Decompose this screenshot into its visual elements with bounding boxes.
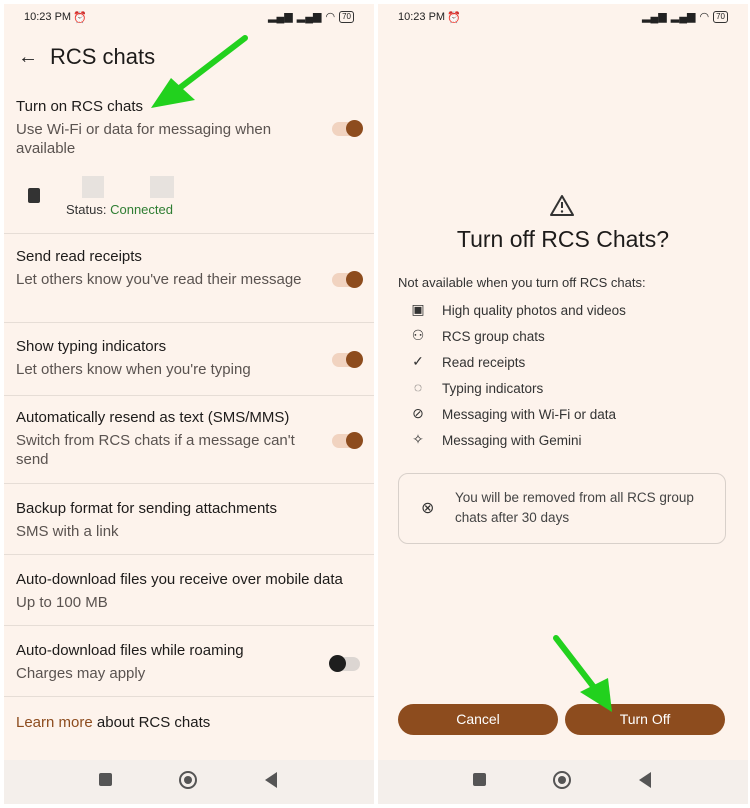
setting-title: Show typing indicators [16, 338, 167, 355]
back-arrow-icon[interactable]: ← [18, 46, 38, 69]
group-removal-notice: ⊗ You will be removed from all RCS group… [398, 473, 726, 544]
home-button[interactable] [179, 771, 197, 789]
green-arrow-annotation [553, 635, 612, 712]
redacted-block [150, 176, 174, 198]
setting-subtitle: SMS with a link [16, 523, 119, 540]
wifi-icon: ◠ [699, 11, 710, 23]
auto-resend-toggle[interactable] [332, 432, 363, 449]
person-off-icon: ⊗ [421, 500, 435, 517]
setting-subtitle: Up to 100 MB [16, 594, 108, 611]
feature-label: High quality photos and videos [442, 303, 626, 318]
learn-more-link[interactable]: Learn more [16, 714, 93, 731]
divider [4, 395, 374, 396]
alarm-icon: ⏰ [73, 12, 87, 24]
setting-title: Send read receipts [16, 248, 142, 265]
setting-auto-download-roaming[interactable]: Auto-download files while roaming Charge… [4, 642, 374, 692]
setting-auto-resend[interactable]: Automatically resend as text (SMS/MMS) S… [4, 409, 374, 479]
divider [4, 322, 374, 323]
page-title: RCS chats [50, 44, 156, 69]
battery-icon: 70 [339, 10, 354, 23]
cancel-button[interactable]: Cancel [398, 704, 558, 735]
divider [4, 233, 374, 234]
signal-icon: ▂▄▆ [268, 11, 293, 23]
rcs-settings-screen: 10:23 PM ⏰ ▂▄▆ ▂▄▆ ◠ 70 ← RCS chats Turn… [4, 4, 374, 760]
group-icon: ⚇ [411, 327, 425, 343]
dialog-title: Turn off RCS Chats? [456, 226, 670, 252]
alarm-icon: ⏰ [447, 12, 461, 24]
warning-icon [550, 195, 574, 216]
setting-subtitle: Use Wi-Fi or data for messaging when ava… [16, 121, 272, 157]
status-time: 10:23 PM [24, 11, 72, 23]
divider [4, 696, 374, 697]
setting-title: Auto-download files while roaming [16, 642, 244, 659]
setting-subtitle: Let others know when you're typing [16, 361, 251, 378]
setting-typing-indicators[interactable]: Show typing indicators Let others know w… [4, 338, 374, 388]
signal-icon: ▂▄▆ [642, 11, 667, 23]
dialog-subtitle: Not available when you turn off RCS chat… [398, 275, 646, 290]
roaming-toggle[interactable] [329, 655, 360, 672]
learn-more-text: about RCS chats [92, 714, 211, 731]
setting-subtitle: Let others know you've read their messag… [16, 271, 302, 288]
feature-label: Messaging with Wi-Fi or data [442, 407, 617, 422]
signal-icon-2: ▂▄▆ [670, 11, 696, 23]
turn-off-dialog-screen: 10:23 PM ⏰ ▂▄▆ ▂▄▆ ◠ 70 Turn off RCS Cha… [378, 4, 748, 760]
sparkle-icon: ✧ [412, 431, 424, 447]
check-circle-icon: ✓ [412, 353, 424, 369]
setting-subtitle: Switch from RCS chats if a message can't… [16, 432, 295, 468]
system-navbar [378, 760, 748, 804]
sim-icon [28, 188, 40, 203]
setting-read-receipts[interactable]: Send read receipts Let others know you'v… [4, 248, 374, 318]
home-button[interactable] [553, 771, 571, 789]
divider [4, 483, 374, 484]
back-button[interactable] [265, 772, 277, 788]
battery-icon: 70 [713, 10, 728, 23]
setting-auto-download-mobile[interactable]: Auto-download files you receive over mob… [4, 571, 374, 621]
feature-label: Read receipts [442, 355, 526, 370]
setting-title: Turn on RCS chats [16, 98, 143, 115]
setting-title: Automatically resend as text (SMS/MMS) [16, 409, 290, 426]
typing-icon: ◌ [413, 379, 423, 395]
divider [4, 625, 374, 626]
setting-subtitle: Charges may apply [16, 665, 146, 682]
status-value: Connected [110, 202, 173, 217]
feature-label: Messaging with Gemini [442, 433, 582, 448]
status-label: Status: [66, 202, 107, 217]
setting-backup-format[interactable]: Backup format for sending attachments SM… [4, 500, 374, 550]
back-button[interactable] [639, 772, 651, 788]
status-bar: 10:23 PM ⏰ ▂▄▆ ▂▄▆ ◠ 70 [398, 10, 728, 26]
status-time: 10:23 PM [398, 11, 446, 23]
recents-button[interactable] [473, 773, 486, 786]
signal-icon-2: ▂▄▆ [296, 11, 322, 23]
photo-icon: ▣ [411, 301, 425, 317]
recents-button[interactable] [99, 773, 112, 786]
redacted-block [82, 176, 104, 198]
setting-title: Backup format for sending attachments [16, 500, 277, 517]
read-receipts-toggle[interactable] [332, 271, 363, 288]
sim-status: Status: Connected [66, 202, 173, 217]
status-bar: 10:23 PM ⏰ ▂▄▆ ▂▄▆ ◠ 70 [24, 10, 354, 26]
learn-more: Learn more about RCS chats [16, 714, 210, 731]
feature-label: RCS group chats [442, 329, 545, 344]
green-arrow-annotation [151, 35, 248, 108]
typing-indicators-toggle[interactable] [332, 351, 363, 368]
feature-label: Typing indicators [442, 381, 544, 396]
wifi-icon: ◠ [325, 11, 336, 23]
system-navbar [4, 760, 374, 804]
divider [4, 554, 374, 555]
notice-text: You will be removed from all RCS group c… [455, 490, 694, 525]
wifi-off-icon: ⊘ [412, 405, 424, 421]
rcs-toggle[interactable] [332, 120, 363, 137]
setting-title: Auto-download files you receive over mob… [16, 571, 343, 588]
